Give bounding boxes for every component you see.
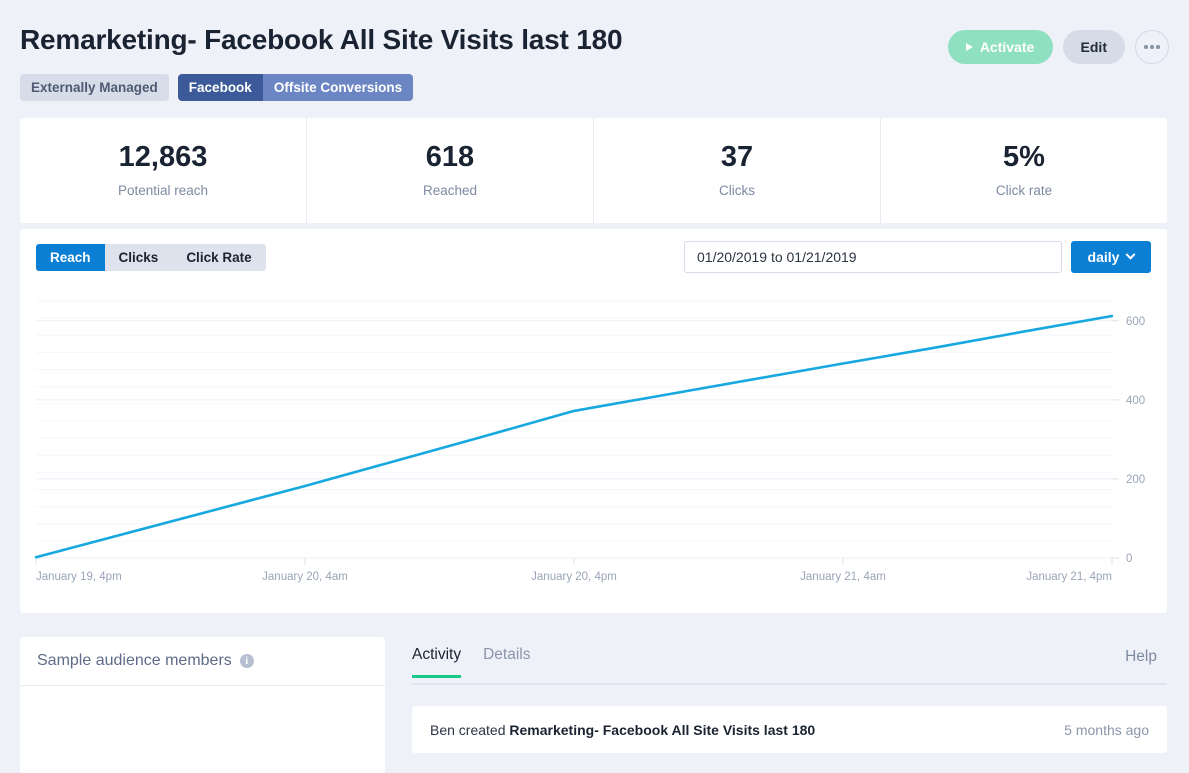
sample-audience-title: Sample audience members bbox=[37, 652, 232, 669]
metric-tab-group: Reach Clicks Click Rate bbox=[36, 244, 266, 271]
date-range-input[interactable] bbox=[684, 241, 1062, 273]
stat-value: 37 bbox=[720, 141, 754, 173]
ellipsis-icon bbox=[1156, 45, 1160, 49]
header-actions: Activate Edit bbox=[947, 30, 1169, 64]
edit-button[interactable]: Edit bbox=[1062, 30, 1125, 64]
page-header: Remarketing- Facebook All Site Visits la… bbox=[0, 0, 1189, 110]
page-title: Remarketing- Facebook All Site Visits la… bbox=[20, 24, 623, 55]
activity-tabs-divider bbox=[412, 683, 1167, 685]
tab-activity[interactable]: Activity bbox=[412, 646, 462, 678]
sample-audience-body bbox=[20, 686, 385, 772]
metric-tab-reach[interactable]: Reach bbox=[36, 244, 105, 271]
sample-audience-card: Sample audience members i bbox=[20, 637, 385, 773]
activity-entry-subject: Remarketing- Facebook All Site Visits la… bbox=[509, 721, 816, 738]
svg-text:January 21, 4am: January 21, 4am bbox=[800, 571, 886, 583]
info-icon[interactable]: i bbox=[239, 654, 254, 668]
badge-externally-managed: Externally Managed bbox=[20, 74, 169, 101]
help-link[interactable]: Help bbox=[1125, 648, 1157, 666]
svg-text:January 20, 4am: January 20, 4am bbox=[262, 571, 348, 583]
activity-panel: Activity Details Help Ben created Remark… bbox=[404, 637, 1167, 773]
more-options-button[interactable] bbox=[1135, 30, 1169, 64]
chart-gridlines-minor bbox=[36, 300, 1112, 559]
activity-entry-text: Ben created Remarketing- Facebook All Si… bbox=[430, 722, 815, 738]
interval-select-label: daily bbox=[1087, 249, 1120, 265]
reach-line-chart: 0 200 400 600 January 19, 4pm January 20, 4a… bbox=[20, 287, 1167, 613]
activity-entry-time: 5 months ago bbox=[1064, 721, 1149, 738]
chevron-down-icon bbox=[1126, 249, 1136, 260]
stat-value: 12,863 bbox=[118, 141, 208, 173]
stat-label: Click rate bbox=[995, 183, 1053, 198]
svg-text:January 20, 4pm: January 20, 4pm bbox=[531, 571, 617, 583]
chart-card: Reach Clicks Click Rate daily 0 200 400 600… bbox=[20, 229, 1167, 613]
edit-button-label: Edit bbox=[1080, 39, 1107, 55]
chart-toolbar: Reach Clicks Click Rate daily bbox=[20, 229, 1167, 287]
activate-button[interactable]: Activate bbox=[947, 30, 1053, 64]
stat-reached: 618 Reached bbox=[307, 118, 594, 223]
play-icon bbox=[965, 43, 973, 51]
svg-text:January 21, 4pm: January 21, 4pm bbox=[1026, 571, 1112, 583]
activity-tab-group: Activity Details bbox=[412, 646, 530, 678]
stat-label: Reached bbox=[422, 183, 478, 198]
metric-tab-click-rate[interactable]: Click Rate bbox=[172, 244, 265, 271]
interval-select[interactable]: daily bbox=[1071, 241, 1151, 273]
svg-text:400: 400 bbox=[1126, 395, 1145, 407]
badge-offsite-conversions: Offsite Conversions bbox=[262, 74, 414, 101]
activity-entry-prefix: Ben created bbox=[430, 721, 510, 738]
sample-audience-header: Sample audience members i bbox=[20, 637, 385, 686]
chart-gridlines-major bbox=[36, 320, 1119, 559]
chart-x-tickmarks bbox=[35, 558, 1113, 565]
chart-svg: 0 200 400 600 January 19, 4pm January 20, 4a… bbox=[34, 300, 1145, 583]
stat-label: Clicks bbox=[719, 183, 755, 198]
badge-facebook: Facebook bbox=[177, 74, 263, 101]
tab-details[interactable]: Details bbox=[483, 646, 530, 678]
svg-text:0: 0 bbox=[1126, 553, 1132, 565]
activate-button-label: Activate bbox=[979, 39, 1035, 55]
stat-clicks: 37 Clicks bbox=[594, 118, 881, 223]
badge-group: Externally Managed Facebook Offsite Conv… bbox=[20, 74, 414, 101]
svg-text:600: 600 bbox=[1126, 316, 1145, 328]
svg-text:January 19, 4pm: January 19, 4pm bbox=[36, 571, 122, 583]
badge-channel-group: Facebook Offsite Conversions bbox=[177, 74, 414, 101]
stats-summary-card: 12,863 Potential reach 618 Reached 37 Cl… bbox=[20, 118, 1167, 223]
stat-value: 5% bbox=[1003, 141, 1045, 173]
svg-text:200: 200 bbox=[1126, 474, 1145, 486]
stat-click-rate: 5% Click rate bbox=[881, 118, 1167, 223]
stat-label: Potential reach bbox=[117, 183, 209, 198]
stat-value: 618 bbox=[425, 141, 475, 173]
campaign-dashboard-page: Remarketing- Facebook All Site Visits la… bbox=[0, 0, 1189, 773]
ellipsis-icon bbox=[1144, 45, 1148, 49]
ellipsis-icon bbox=[1150, 45, 1154, 49]
chart-x-axis-labels: January 19, 4pm January 20, 4am January 20… bbox=[36, 571, 1112, 583]
metric-tab-clicks[interactable]: Clicks bbox=[105, 244, 173, 271]
chart-y-axis-labels: 0 200 400 600 bbox=[1126, 316, 1145, 565]
activity-list-item: Ben created Remarketing- Facebook All Si… bbox=[412, 706, 1167, 753]
stat-potential-reach: 12,863 Potential reach bbox=[20, 118, 307, 223]
